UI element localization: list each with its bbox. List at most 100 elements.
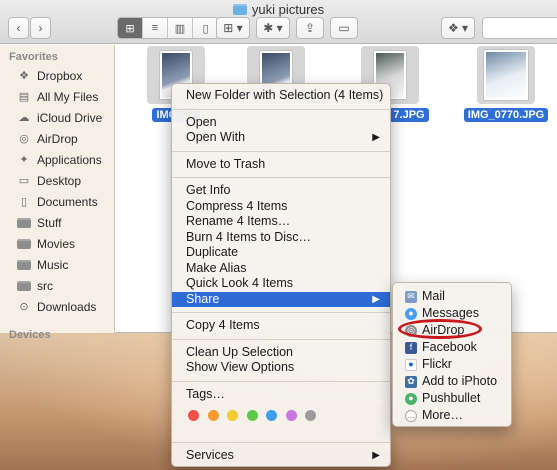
share-item-label: Mail	[422, 289, 445, 303]
sidebar: Favorites ❖ Dropbox ▤ All My Files ☁ iCloud…	[0, 45, 115, 341]
share-item-mail[interactable]: ✉ Mail	[393, 288, 511, 305]
tag-color-dot[interactable]	[266, 409, 277, 421]
mail-icon: ✉	[405, 290, 417, 303]
edit-tags-button[interactable]: ▭	[330, 17, 358, 39]
toolbar: yuki pictures ‹ › ⊞ ≡ ▥ ▯ ⊞ ▾ ✱ ▾ ⇪ ▭ ❖ …	[0, 0, 557, 44]
menu-item-show-view-options[interactable]: Show View Options	[172, 360, 390, 376]
menu-item-duplicate[interactable]: Duplicate	[172, 245, 390, 261]
icon-view-button[interactable]: ⊞	[118, 18, 143, 38]
coverflow-view-button[interactable]: ▯	[193, 18, 218, 38]
share-item-label: Pushbullet	[422, 391, 481, 405]
share-icon: ⇪	[304, 21, 316, 35]
share-item-label: Flickr	[422, 357, 452, 371]
sidebar-heading-devices: Devices	[9, 329, 51, 341]
submenu-arrow-icon: ▶	[372, 132, 380, 143]
tag-color-dot[interactable]	[285, 409, 297, 421]
view-mode-control: ⊞ ≡ ▥ ▯	[117, 17, 219, 39]
column-view-button[interactable]: ▥	[168, 18, 193, 38]
arrange-button[interactable]: ⊞ ▾	[216, 17, 250, 39]
documents-icon: ▯	[20, 196, 28, 208]
all-files-icon: ▤	[18, 91, 30, 103]
file-name: 7.JPG	[389, 108, 429, 122]
menu-item-get-info[interactable]: Get Info	[172, 183, 390, 199]
share-item-label: Add to iPhoto	[422, 374, 498, 388]
menu-item-open-with[interactable]: Open With ▶	[172, 130, 390, 146]
sidebar-item-stuff[interactable]: Stuff	[0, 212, 114, 233]
menu-item-clean-up-selection[interactable]: Clean Up Selection	[172, 345, 390, 361]
forward-button[interactable]: ›	[30, 17, 51, 39]
file-item[interactable]: IMG_0770.JPG	[461, 45, 551, 122]
sidebar-item-downloads[interactable]: ⊙ Downloads	[0, 296, 114, 317]
share-item-facebook[interactable]: f Facebook	[393, 339, 511, 356]
menu-item-make-alias[interactable]: Make Alias	[172, 261, 390, 277]
menu-separator	[172, 442, 390, 443]
sidebar-item-label: iCloud Drive	[37, 110, 103, 125]
sidebar-item-label: Dropbox	[37, 68, 83, 83]
submenu-arrow-icon: ▶	[372, 293, 380, 305]
menu-item-compress[interactable]: Compress 4 Items	[172, 199, 390, 215]
context-menu: New Folder with Selection (4 Items) Open…	[171, 83, 391, 467]
menu-item-share[interactable]: Share ▶	[172, 291, 390, 307]
submenu-arrow-icon: ▶	[372, 450, 380, 461]
menu-item-quick-look[interactable]: Quick Look 4 Items	[172, 276, 390, 292]
airdrop-icon: ◎	[19, 133, 29, 145]
share-item-add-to-iphoto[interactable]: ✿ Add to iPhoto	[393, 373, 511, 390]
share-item-pushbullet[interactable]: ● Pushbullet	[393, 390, 511, 407]
menu-separator	[172, 338, 390, 340]
dropbox-button[interactable]: ❖ ▾	[441, 17, 475, 39]
airdrop-highlight-circle	[398, 319, 482, 339]
sidebar-item-applications[interactable]: ✦ Applications	[0, 149, 114, 170]
tag-color-dot[interactable]	[246, 409, 258, 421]
flickr-icon: ●	[405, 358, 417, 371]
menu-item-burn[interactable]: Burn 4 Items to Disc…	[172, 230, 390, 246]
cloud-icon: ☁	[18, 112, 30, 124]
menu-item-new-folder-with-selection[interactable]: New Folder with Selection (4 Items)	[172, 88, 390, 104]
sidebar-item-label: Applications	[37, 152, 102, 167]
folder-icon	[17, 217, 31, 228]
menu-item-label: Share	[186, 291, 220, 306]
tag-icon: ▭	[338, 21, 350, 35]
sidebar-item-src[interactable]: src	[0, 275, 114, 296]
menu-item-rename[interactable]: Rename 4 Items…	[172, 214, 390, 230]
sidebar-item-icloud-drive[interactable]: ☁ iCloud Drive	[0, 107, 114, 128]
menu-item-label: Services	[186, 448, 234, 462]
action-button[interactable]: ✱ ▾	[256, 17, 290, 39]
chevron-right-icon: ›	[38, 21, 43, 35]
window-title-text: yuki pictures	[251, 2, 325, 17]
tag-color-dot[interactable]	[188, 409, 199, 421]
list-view-button[interactable]: ≡	[143, 18, 168, 38]
sidebar-item-documents[interactable]: ▯ Documents	[0, 191, 114, 212]
sidebar-item-airdrop[interactable]: ◎ AirDrop	[0, 128, 114, 149]
music-icon	[17, 259, 31, 270]
sidebar-item-label: All My Files	[37, 89, 99, 104]
sidebar-item-label: Movies	[37, 236, 76, 251]
back-button[interactable]: ‹	[8, 17, 29, 39]
pushbullet-icon: ●	[405, 392, 417, 405]
search-input[interactable]	[482, 17, 557, 39]
menu-item-label: Open With	[186, 130, 246, 144]
share-item-flickr[interactable]: ● Flickr	[393, 356, 511, 373]
menu-item-move-to-trash[interactable]: Move to Trash	[172, 157, 390, 173]
sidebar-item-movies[interactable]: Movies	[0, 233, 114, 254]
tag-color-dot[interactable]	[305, 409, 316, 421]
share-button[interactable]: ⇪	[296, 17, 324, 39]
sidebar-item-desktop[interactable]: ▭ Desktop	[0, 170, 114, 191]
dropbox-icon: ❖	[19, 70, 29, 82]
sidebar-item-music[interactable]: Music	[0, 254, 114, 275]
sidebar-item-dropbox[interactable]: ❖ Dropbox	[0, 65, 114, 86]
sidebar-item-all-my-files[interactable]: ▤ All My Files	[0, 86, 114, 107]
tag-color-dot[interactable]	[207, 409, 219, 421]
menu-separator	[172, 312, 390, 313]
menu-item-services[interactable]: Services ▶	[172, 448, 390, 464]
menu-item-open[interactable]: Open	[172, 115, 390, 131]
tag-color-dot[interactable]	[227, 409, 238, 421]
menu-separator	[172, 380, 390, 382]
menu-item-copy[interactable]: Copy 4 Items	[172, 318, 390, 334]
menu-separator	[172, 150, 390, 152]
arrange-icon: ⊞ ▾	[223, 21, 243, 35]
sidebar-item-label: src	[37, 278, 53, 293]
sidebar-heading-favorites: Favorites	[9, 51, 58, 63]
share-item-more[interactable]: … More…	[393, 407, 511, 424]
menu-item-tags[interactable]: Tags…	[172, 387, 390, 403]
applications-icon: ✦	[19, 154, 29, 166]
